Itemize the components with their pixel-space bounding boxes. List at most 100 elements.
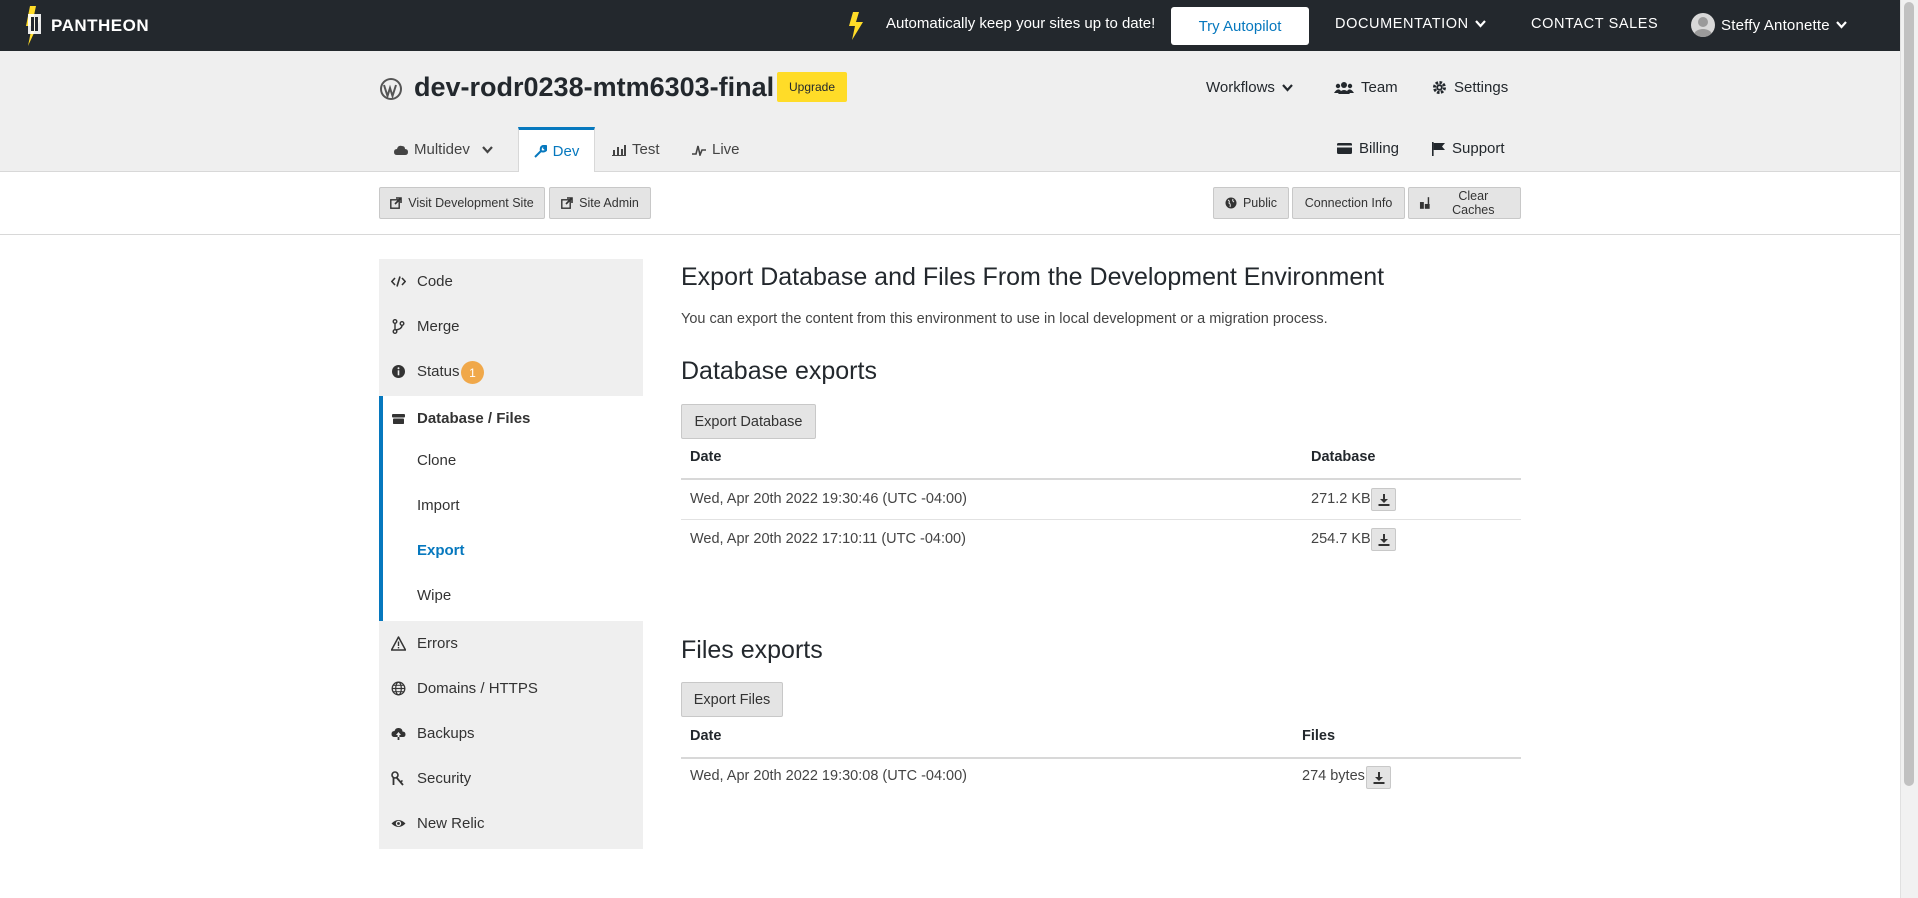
tab-test[interactable]: Test [612,127,672,172]
visit-development-site-button[interactable]: Visit Development Site [379,187,545,219]
contact-sales-label: CONTACT SALES [1531,16,1659,32]
files-row-1-size: 274 bytes [1302,768,1365,784]
site-admin-label: Site Admin [579,196,639,210]
export-database-button[interactable]: Export Database [681,404,816,439]
cloud-upload-icon [391,727,406,740]
files-column-files: Files [1302,728,1336,744]
sidebar-item-errors-label: Errors [417,635,458,652]
db-column-database: Database [1311,449,1376,465]
tab-test-label: Test [632,141,660,158]
db-row-2-size: 254.7 KB [1311,531,1371,547]
settings-link[interactable]: Settings [1432,79,1508,96]
db-row-1-size: 271.2 KB [1311,491,1371,507]
download-icon [1378,493,1389,506]
team-link[interactable]: Team [1334,79,1398,96]
chevron-down-icon [1282,83,1293,92]
db-row-1-date: Wed, Apr 20th 2022 19:30:46 (UTC -04:00) [690,491,968,507]
sidebar-subitem-export[interactable]: Export [417,542,465,559]
bar-chart-icon [612,144,626,156]
documentation-menu[interactable]: DOCUMENTATION [1335,16,1486,32]
billing-label: Billing [1359,140,1400,157]
globe-icon [391,681,406,696]
sidebar-item-database-files-label: Database / Files [417,410,531,427]
sidebar-item-backups[interactable]: Backups [379,711,643,756]
pantheon-logo-icon [26,6,41,46]
team-icon [1334,82,1354,94]
public-button[interactable]: Public [1213,187,1289,219]
workflows-label: Workflows [1206,79,1275,96]
sidebar-item-merge[interactable]: Merge [379,304,643,349]
logo-text: PANTHEON [51,16,150,35]
sidebar-group-database-files: Database / Files Clone Import Export Wip… [379,396,643,621]
tab-live[interactable]: Live [692,127,752,172]
site-admin-button[interactable]: Site Admin [549,187,651,219]
files-row-1-download-button[interactable] [1366,766,1391,789]
public-label: Public [1242,196,1278,210]
files-exports-heading: Files exports [681,636,823,664]
sidebar-item-code[interactable]: Code [379,259,643,304]
sidebar-subitem-import[interactable]: Import [417,497,460,514]
sidebar-item-new-relic[interactable]: New Relic [379,801,643,846]
workflows-menu[interactable]: Workflows [1206,79,1293,96]
db-table-header-divider [681,478,1521,480]
sidebar-item-domains-https-label: Domains / HTTPS [417,680,538,697]
chevron-down-icon [1836,21,1847,29]
db-column-date: Date [690,449,722,465]
vertical-scrollbar-thumb[interactable] [1904,2,1914,786]
avatar [1691,13,1715,37]
billing-link[interactable]: Billing [1337,140,1399,157]
documentation-label: DOCUMENTATION [1335,16,1469,32]
sidebar-item-errors[interactable]: Errors [379,621,643,666]
db-row-2-download-button[interactable] [1371,528,1396,551]
tab-multidev-label: Multidev [414,141,470,158]
external-link-icon [561,197,573,209]
page-description: You can export the content from this env… [681,311,1328,327]
warning-triangle-icon [391,636,406,651]
credit-card-icon [1337,143,1352,154]
lightning-bolt-icon [849,12,863,40]
files-column-date: Date [690,728,722,744]
visit-development-site-label: Visit Development Site [408,196,534,210]
database-exports-heading: Database exports [681,357,877,385]
export-files-button[interactable]: Export Files [681,682,783,717]
sidebar: Code Merge Status 1 Database / Files Clo… [379,259,643,849]
db-row-divider [681,519,1521,520]
try-autopilot-button[interactable]: Try Autopilot [1171,7,1309,45]
sidebar-item-code-label: Code [417,273,453,290]
gear-icon [1433,81,1446,94]
eye-icon [391,820,406,827]
files-table-header-divider [681,757,1521,759]
sidebar-subitem-clone[interactable]: Clone [417,452,456,469]
tab-dev-label: Dev [552,143,580,160]
clear-caches-label: Clear Caches [1452,189,1495,217]
chevron-down-icon [1474,20,1486,28]
broom-icon [1419,197,1430,209]
environment-action-bar [0,172,1900,235]
clear-caches-button[interactable]: Clear Caches [1408,187,1521,219]
sidebar-item-domains-https[interactable]: Domains / HTTPS [379,666,643,711]
db-row-1-download-button[interactable] [1371,488,1396,511]
sidebar-item-database-files[interactable]: Database / Files [379,396,643,441]
merge-branch-icon [392,319,405,334]
tab-multidev[interactable]: Multidev [394,127,500,172]
connection-info-button[interactable]: Connection Info [1292,187,1405,219]
contact-sales-link[interactable]: CONTACT SALES [1531,16,1658,32]
sidebar-item-new-relic-label: New Relic [417,815,485,832]
code-icon [391,276,406,287]
archive-box-icon [392,414,405,424]
sidebar-item-security[interactable]: Security [379,756,643,801]
status-badge: 1 [461,361,484,384]
support-link[interactable]: Support [1432,140,1505,157]
site-title: dev-rodr0238-mtm6303-final [414,72,775,102]
sidebar-item-security-label: Security [417,770,472,787]
team-label: Team [1361,79,1398,96]
sidebar-item-status-label: Status [417,363,460,380]
user-menu[interactable]: Steffy Antonette [1691,13,1847,37]
sidebar-item-status[interactable]: Status 1 [379,349,643,394]
pantheon-logo[interactable]: PANTHEON [24,6,149,46]
promo-text: Automatically keep your sites up to date… [886,15,1156,32]
pulse-icon [692,145,706,156]
tab-dev[interactable]: Dev [518,127,595,173]
upgrade-button[interactable]: Upgrade [777,72,847,102]
sidebar-subitem-wipe[interactable]: Wipe [417,587,451,604]
